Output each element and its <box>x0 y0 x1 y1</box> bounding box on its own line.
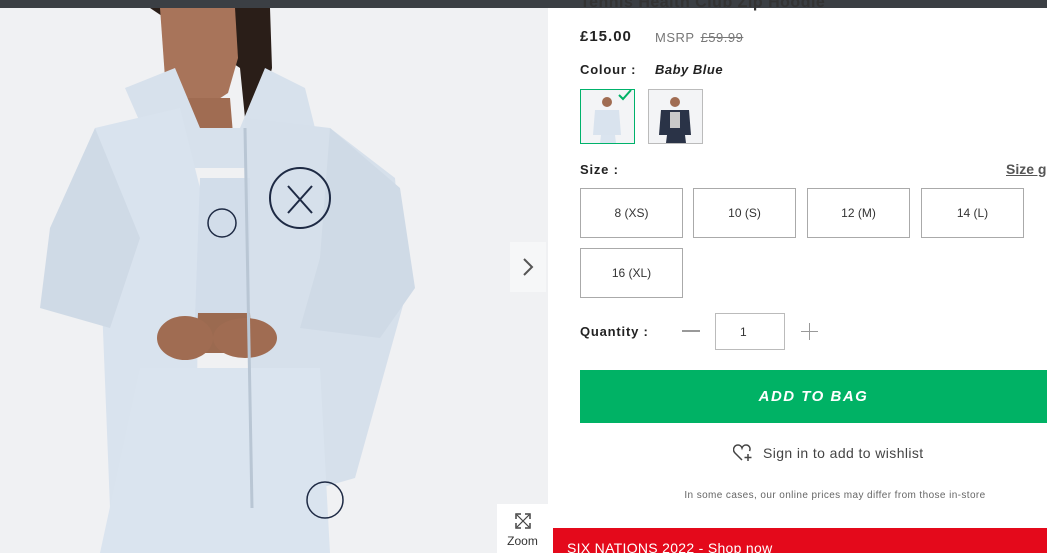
size-option-12[interactable]: 12 (M) <box>807 188 910 238</box>
quantity-increase-button[interactable] <box>801 323 818 340</box>
swatch-baby-blue[interactable] <box>580 89 635 144</box>
product-image[interactable] <box>0 8 548 553</box>
quantity-input[interactable] <box>715 313 785 350</box>
zoom-button[interactable]: Zoom <box>497 504 548 553</box>
size-label: Size : <box>580 162 619 177</box>
wishlist-link[interactable]: Sign in to add to wishlist <box>733 444 924 462</box>
zoom-label: Zoom <box>507 534 538 548</box>
heart-plus-icon <box>733 444 752 461</box>
msrp-label: MSRP <box>655 30 695 45</box>
colour-label: Colour : <box>580 62 637 77</box>
swatch-navy[interactable] <box>648 89 703 144</box>
size-option-8[interactable]: 8 (XS) <box>580 188 683 238</box>
swatch-navy-image <box>649 90 702 143</box>
check-icon <box>618 90 632 101</box>
size-option-16[interactable]: 16 (XL) <box>580 248 683 298</box>
quantity-decrease-button[interactable] <box>682 330 700 332</box>
promo-banner[interactable]: SIX NATIONS 2022 - Shop now <box>553 528 1047 553</box>
size-guide-link[interactable]: Size g <box>1006 161 1046 177</box>
size-option-10[interactable]: 10 (S) <box>693 188 796 238</box>
quantity-label: Quantity : <box>580 324 649 339</box>
colour-value: Baby Blue <box>655 62 724 77</box>
promo-text: SIX NATIONS 2022 - Shop now <box>567 540 773 553</box>
expand-icon <box>514 513 531 529</box>
product-photo <box>0 8 548 553</box>
size-option-14[interactable]: 14 (L) <box>921 188 1024 238</box>
next-image-button[interactable] <box>510 242 546 292</box>
wishlist-label: Sign in to add to wishlist <box>763 445 924 461</box>
product-price: £15.00 <box>580 28 632 45</box>
msrp-price: £59.99 <box>700 30 744 45</box>
product-title: Tennis Health Club Zip Hoodie <box>580 0 826 11</box>
msrp: MSRP £59.99 <box>655 30 743 45</box>
add-to-bag-button[interactable]: ADD TO BAG <box>580 370 1047 423</box>
price-note: In some cases, our online prices may dif… <box>684 490 986 501</box>
chevron-right-icon <box>523 258 534 276</box>
top-nav-bar <box>0 0 1047 8</box>
